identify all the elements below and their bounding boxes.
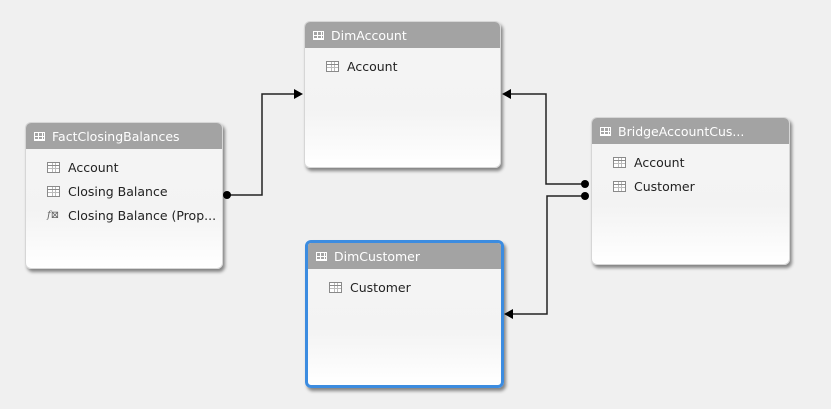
column-item[interactable]: Account <box>592 150 789 174</box>
table-header[interactable]: FactClosingBalances <box>26 123 222 149</box>
column-label: Closing Balance (Prop... <box>68 207 217 223</box>
table-dimaccount[interactable]: DimAccount Account <box>304 21 501 168</box>
table-bridgeaccountcustomer[interactable]: BridgeAccountCus... Account Customer <box>591 117 790 265</box>
table-icon <box>316 251 327 261</box>
arrow-icon <box>504 309 513 319</box>
table-icon <box>600 126 611 136</box>
column-label: Customer <box>634 178 695 194</box>
table-icon <box>34 131 45 141</box>
column-icon <box>613 156 626 168</box>
column-label: Account <box>347 58 398 74</box>
relationship-fact-to-dimaccount[interactable] <box>227 93 296 196</box>
column-label: Closing Balance <box>68 183 168 199</box>
column-icon <box>47 185 60 197</box>
relationship-end-dot <box>581 192 589 200</box>
relationship-bridge-to-dimaccount[interactable] <box>508 93 584 185</box>
column-item[interactable]: Closing Balance <box>26 179 222 203</box>
relationship-bridge-to-dimcustomer[interactable] <box>510 195 584 315</box>
measure-item[interactable]: f⊠ Closing Balance (Prop... <box>26 203 222 227</box>
table-dimcustomer[interactable]: DimCustomer Customer <box>305 240 504 388</box>
column-item[interactable]: Account <box>26 155 222 179</box>
column-label: Customer <box>350 279 411 295</box>
table-title: FactClosingBalances <box>52 128 180 144</box>
relationship-end-dot <box>223 191 231 199</box>
table-header[interactable]: DimAccount <box>305 22 500 48</box>
column-icon <box>329 281 342 293</box>
calculated-measure-icon: f⊠ <box>47 209 60 221</box>
table-title: DimCustomer <box>334 248 420 264</box>
table-title: DimAccount <box>331 27 407 43</box>
column-item[interactable]: Customer <box>308 275 501 299</box>
column-icon <box>326 60 339 72</box>
table-factclosingbalances[interactable]: FactClosingBalances Account Closing Bala… <box>25 122 223 269</box>
arrow-icon <box>294 89 303 99</box>
column-icon <box>613 180 626 192</box>
column-item[interactable]: Customer <box>592 174 789 198</box>
table-icon <box>313 30 324 40</box>
table-header[interactable]: DimCustomer <box>308 243 501 269</box>
column-item[interactable]: Account <box>305 54 500 78</box>
table-title: BridgeAccountCus... <box>618 123 745 139</box>
arrow-icon <box>502 89 511 99</box>
column-icon <box>47 161 60 173</box>
relationship-end-dot <box>581 180 589 188</box>
column-label: Account <box>634 154 685 170</box>
column-label: Account <box>68 159 119 175</box>
table-header[interactable]: BridgeAccountCus... <box>592 118 789 144</box>
